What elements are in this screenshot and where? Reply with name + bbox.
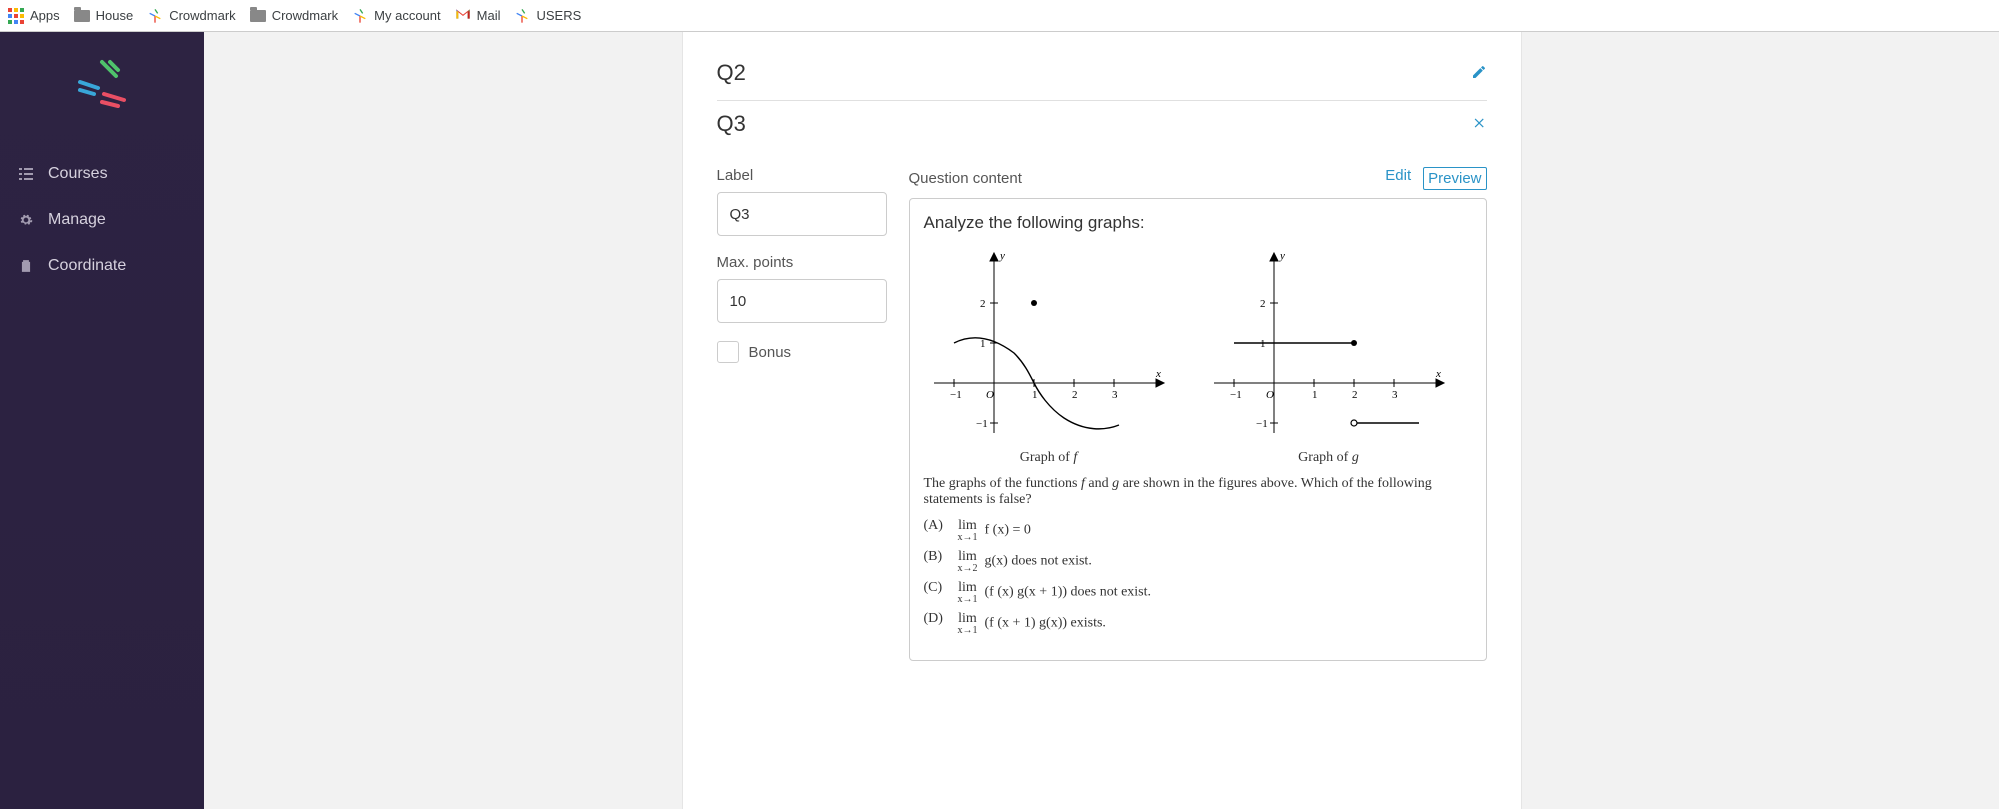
content-header-label: Question content xyxy=(909,170,1022,187)
bookmark-crowdmark-2[interactable]: Crowdmark xyxy=(250,8,338,23)
crowdmark-icon xyxy=(352,8,368,24)
svg-text:3: 3 xyxy=(1112,389,1118,401)
sidebar-item-courses[interactable]: Courses xyxy=(0,151,204,197)
crowdmark-icon xyxy=(514,8,530,24)
svg-text:−1: −1 xyxy=(1230,389,1242,401)
svg-text:x: x xyxy=(1435,368,1441,380)
svg-text:1: 1 xyxy=(980,338,986,350)
svg-text:−1: −1 xyxy=(950,389,962,401)
question-fields: Label Max. points Bonus xyxy=(717,167,887,661)
bookmark-myaccount[interactable]: My account xyxy=(352,8,440,24)
option-d: (D) limx→1 (f (x + 1) g(x)) exists. xyxy=(924,611,1472,636)
crowdmark-icon xyxy=(147,8,163,24)
bookmark-apps-label: Apps xyxy=(30,8,60,23)
sidebar-item-label: Manage xyxy=(48,211,106,229)
bookmark-house[interactable]: House xyxy=(74,8,134,23)
preview-box: Analyze the following graphs: xyxy=(909,198,1487,661)
apps-grid-icon xyxy=(8,8,24,24)
bookmark-house-label: House xyxy=(96,8,134,23)
maxpoints-field-label: Max. points xyxy=(717,254,887,271)
question-content-column: Question content Edit Preview Analyze th… xyxy=(909,167,1487,661)
label-input[interactable] xyxy=(717,192,887,236)
svg-text:O: O xyxy=(986,389,994,401)
svg-text:1: 1 xyxy=(1260,338,1266,350)
option-a: (A) limx→1 f (x) = 0 xyxy=(924,518,1472,543)
option-c: (C) limx→1 (f (x) g(x + 1)) does not exi… xyxy=(924,580,1472,605)
folder-icon xyxy=(74,10,90,22)
label-field-label: Label xyxy=(717,167,887,184)
bookmark-myaccount-label: My account xyxy=(374,8,440,23)
svg-text:−1: −1 xyxy=(1256,418,1268,430)
sidebar-item-label: Courses xyxy=(48,165,108,183)
bookmark-users-label: USERS xyxy=(536,8,581,23)
question-q3-body: Label Max. points Bonus Question content xyxy=(717,151,1487,661)
maxpoints-input[interactable] xyxy=(717,279,887,323)
svg-text:y: y xyxy=(999,250,1005,262)
preview-mode-link[interactable]: Preview xyxy=(1423,167,1486,190)
question-q2-title: Q2 xyxy=(717,60,746,86)
sidebar: Courses Manage Coordinate xyxy=(0,32,204,809)
svg-text:1: 1 xyxy=(1032,389,1038,401)
svg-text:2: 2 xyxy=(1072,389,1078,401)
svg-text:2: 2 xyxy=(980,298,986,310)
question-q3-header: Q3 xyxy=(717,101,1487,151)
bookmark-mail[interactable]: Mail xyxy=(455,8,501,23)
svg-text:2: 2 xyxy=(1352,389,1358,401)
svg-text:1: 1 xyxy=(1312,389,1318,401)
svg-text:y: y xyxy=(1279,250,1285,262)
bookmark-crowdmark-1[interactable]: Crowdmark xyxy=(147,8,235,24)
graph-f-caption: Graph of f xyxy=(924,450,1174,466)
bookmark-bar: Apps House Crowdmark Crowdmark My accoun… xyxy=(0,0,1999,32)
svg-text:O: O xyxy=(1266,389,1274,401)
bookmark-crowdmark-1-label: Crowdmark xyxy=(169,8,235,23)
folder-icon xyxy=(250,10,266,22)
sidebar-item-label: Coordinate xyxy=(48,257,126,275)
content-modes: Edit Preview xyxy=(1385,167,1486,190)
gear-icon xyxy=(18,213,34,227)
bookmark-apps[interactable]: Apps xyxy=(8,8,60,24)
graphs-row: −1 O 1 2 3 1 2 −1 x xyxy=(924,243,1472,466)
bookmark-crowdmark-2-label: Crowdmark xyxy=(272,8,338,23)
question-prompt: Analyze the following graphs: xyxy=(924,213,1472,233)
graph-g-caption: Graph of g xyxy=(1204,450,1454,466)
question-statement: The graphs of the functions f and g are … xyxy=(924,476,1472,508)
bonus-label: Bonus xyxy=(749,344,792,361)
svg-text:3: 3 xyxy=(1392,389,1398,401)
svg-text:−1: −1 xyxy=(976,418,988,430)
bonus-row: Bonus xyxy=(717,341,887,363)
sidebar-logo[interactable] xyxy=(70,54,134,121)
content-header: Question content Edit Preview xyxy=(909,167,1487,190)
content-card: Q2 Q3 Label Max. points xyxy=(682,32,1522,809)
svg-text:2: 2 xyxy=(1260,298,1266,310)
sidebar-item-coordinate[interactable]: Coordinate xyxy=(0,243,204,289)
list-icon xyxy=(18,167,34,181)
content-area: Q2 Q3 Label Max. points xyxy=(204,32,1999,809)
edit-mode-link[interactable]: Edit xyxy=(1385,167,1411,190)
gmail-icon xyxy=(455,8,471,23)
edit-icon[interactable] xyxy=(1471,64,1487,83)
question-q3-title: Q3 xyxy=(717,111,746,137)
graph-f: −1 O 1 2 3 1 2 −1 x xyxy=(924,243,1174,466)
bookmark-mail-label: Mail xyxy=(477,8,501,23)
question-q2-header: Q2 xyxy=(717,50,1487,100)
bookmark-users[interactable]: USERS xyxy=(514,8,581,24)
option-b: (B) limx→2 g(x) does not exist. xyxy=(924,549,1472,574)
clipboard-icon xyxy=(18,259,34,273)
bonus-checkbox[interactable] xyxy=(717,341,739,363)
svg-text:x: x xyxy=(1155,368,1161,380)
sidebar-item-manage[interactable]: Manage xyxy=(0,197,204,243)
close-icon[interactable] xyxy=(1473,116,1487,133)
graph-g: −1 O 1 2 3 1 2 −1 x xyxy=(1204,243,1454,466)
